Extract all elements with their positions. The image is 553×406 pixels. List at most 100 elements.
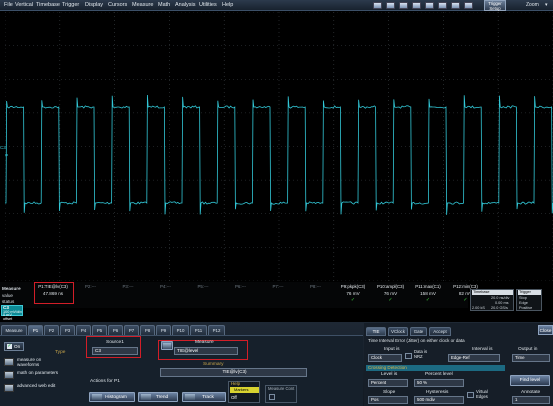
histogram-button[interactable]: Histogram xyxy=(89,392,135,402)
menu-cursors[interactable]: Cursors xyxy=(108,2,127,8)
measure-status-p10: ✓ xyxy=(388,297,393,303)
menu-display[interactable]: Display xyxy=(85,2,103,8)
tab-tie[interactable]: TIE xyxy=(366,327,386,336)
track-button[interactable]: Track xyxy=(182,392,226,402)
find-level-button[interactable]: Find level xyxy=(510,375,550,386)
trigger-setup-button[interactable]: Trigger Setup xyxy=(484,0,506,11)
measure-header-p9[interactable]: P9:pkpk(C3) xyxy=(334,284,372,289)
math-icon[interactable] xyxy=(399,2,408,9)
advanced-web-edit-option[interactable]: advanced web edit xyxy=(4,383,59,394)
channel-icon[interactable] xyxy=(386,2,395,9)
measure-type-button[interactable] xyxy=(161,341,173,350)
hysteresis-label: Hysteresis xyxy=(426,390,449,395)
timebase-title: Timebase xyxy=(472,290,513,295)
zoom-icon[interactable] xyxy=(425,2,434,9)
spectrum-icon[interactable] xyxy=(451,2,460,9)
measure-header-p5[interactable]: P5:--- xyxy=(184,284,222,289)
input-is-dropdown[interactable]: Clock xyxy=(368,354,402,362)
data-is-nrz-checkbox[interactable] xyxy=(405,353,412,359)
measure-header-p4[interactable]: P4:--- xyxy=(147,284,185,289)
type-label: Type xyxy=(55,350,66,355)
annotate-label: Annotate xyxy=(521,390,541,395)
tab-gate[interactable]: Gate xyxy=(410,327,427,336)
menu-bar: File Vertical Timebase Trigger Display C… xyxy=(0,0,553,11)
zoom-label[interactable]: Zoom xyxy=(526,2,539,8)
measure-status-p11: ✓ xyxy=(425,297,431,303)
waveform-grid[interactable] xyxy=(5,12,553,281)
measure-cont-box[interactable]: Measure Cont xyxy=(265,385,297,403)
tab-p4[interactable]: P4 xyxy=(76,325,91,335)
p1-highlight-box xyxy=(34,282,74,304)
trigger-box[interactable]: Trigger Stop Edge Positive xyxy=(516,289,542,311)
measure-cont-checkbox[interactable] xyxy=(269,394,275,400)
help-markers-box[interactable]: Help Markers Off xyxy=(228,381,260,403)
tab-p5[interactable]: P5 xyxy=(92,325,107,335)
measure-header-p10[interactable]: P10:ampl(C3) xyxy=(372,284,410,289)
slope-dropdown[interactable]: Pos xyxy=(368,396,408,404)
tab-vclock[interactable]: VClock xyxy=(388,327,408,336)
web-edit-icon xyxy=(4,384,14,392)
menu-utilities[interactable]: Utilities xyxy=(199,2,217,8)
output-in-dropdown[interactable]: Time xyxy=(512,354,550,362)
tab-p2[interactable]: P2 xyxy=(44,325,59,335)
menu-math[interactable]: Math xyxy=(158,2,170,8)
annotate-field[interactable]: 1 xyxy=(512,396,550,404)
measure-header-p6[interactable]: P6:--- xyxy=(222,284,260,289)
help-markers-label: Markers xyxy=(230,387,259,393)
percent-level-field[interactable]: 50 % xyxy=(414,379,464,387)
tab-p3[interactable]: P3 xyxy=(60,325,75,335)
tab-accept[interactable]: Accept xyxy=(429,327,451,336)
tab-p1[interactable]: P1 xyxy=(28,325,43,335)
tab-p8[interactable]: P8 xyxy=(140,325,155,335)
app-icon[interactable] xyxy=(373,2,382,9)
tab-p6[interactable]: P6 xyxy=(108,325,123,335)
memory-icon[interactable] xyxy=(412,2,421,9)
on-checkbox[interactable]: ✓ On xyxy=(4,342,24,351)
c3-offset: 0 mV offset xyxy=(3,313,13,322)
measure-on-waveforms-option[interactable]: measure on waveforms xyxy=(4,357,59,368)
cursor-icon[interactable] xyxy=(464,2,473,9)
measure-header-p7[interactable]: P7:--- xyxy=(259,284,297,289)
math-parameter-icon xyxy=(4,371,14,379)
timebase-box[interactable]: Timebase 20.0 ns/div 0.00 ms 2.00 kS 20.… xyxy=(470,289,514,311)
source-field[interactable]: C3 xyxy=(92,347,138,355)
trend-button[interactable]: Trend xyxy=(138,392,178,402)
menu-trigger[interactable]: Trigger xyxy=(62,2,79,8)
measure-header-p3[interactable]: P3:--- xyxy=(109,284,147,289)
measure-header-p2[interactable]: P2:--- xyxy=(72,284,110,289)
menu-measure[interactable]: Measure xyxy=(132,2,153,8)
menu-file[interactable]: File xyxy=(4,2,13,8)
actions-label: Actions for P1 xyxy=(90,379,120,384)
output-in-label: Output in xyxy=(518,347,538,352)
virtual-edges-checkbox[interactable] xyxy=(467,392,474,398)
channel-badge-c3[interactable]: C3 100 mV/div 0 mV offset xyxy=(1,305,23,321)
slope-label: Slope xyxy=(383,390,396,395)
tab-p11[interactable]: P11 xyxy=(190,325,207,335)
trigger-title: Trigger xyxy=(518,290,541,295)
tab-p9[interactable]: P9 xyxy=(156,325,171,335)
math-on-parameters-option[interactable]: math on parameters xyxy=(4,370,59,381)
menu-help[interactable]: Help xyxy=(222,2,233,8)
zoom-dropdown-icon[interactable]: ▾ xyxy=(545,2,548,8)
measure-value-p9: 76 mV xyxy=(346,291,360,296)
tab-p10[interactable]: P10 xyxy=(172,325,189,335)
tab-measure[interactable]: Measure xyxy=(1,325,27,335)
summary-field: TIE@lv(C3) xyxy=(160,368,307,377)
input-is-label: Input is xyxy=(384,347,400,352)
measure-field[interactable]: TIE@level xyxy=(174,347,238,355)
menu-analysis[interactable]: Analysis xyxy=(175,2,195,8)
menu-timebase[interactable]: Timebase xyxy=(36,2,60,8)
help-markers-state: Off xyxy=(231,395,237,400)
close-button[interactable]: Close xyxy=(538,325,553,335)
tab-p12[interactable]: P12 xyxy=(208,325,225,335)
hysteresis-field[interactable]: 500 mdiv xyxy=(414,396,464,404)
measure-header-p11[interactable]: P11:max(C1) xyxy=(409,284,447,289)
measure-icon[interactable] xyxy=(438,2,447,9)
tab-p7[interactable]: P7 xyxy=(124,325,139,335)
menu-vertical[interactable]: Vertical xyxy=(15,2,33,8)
channel-marker: C3 xyxy=(0,145,6,150)
interval-is-dropdown[interactable]: Edge-Ref xyxy=(448,354,500,362)
measure-header-p8[interactable]: P8:--- xyxy=(297,284,335,289)
level-is-dropdown[interactable]: Percent xyxy=(368,379,408,387)
track-icon xyxy=(185,394,195,400)
